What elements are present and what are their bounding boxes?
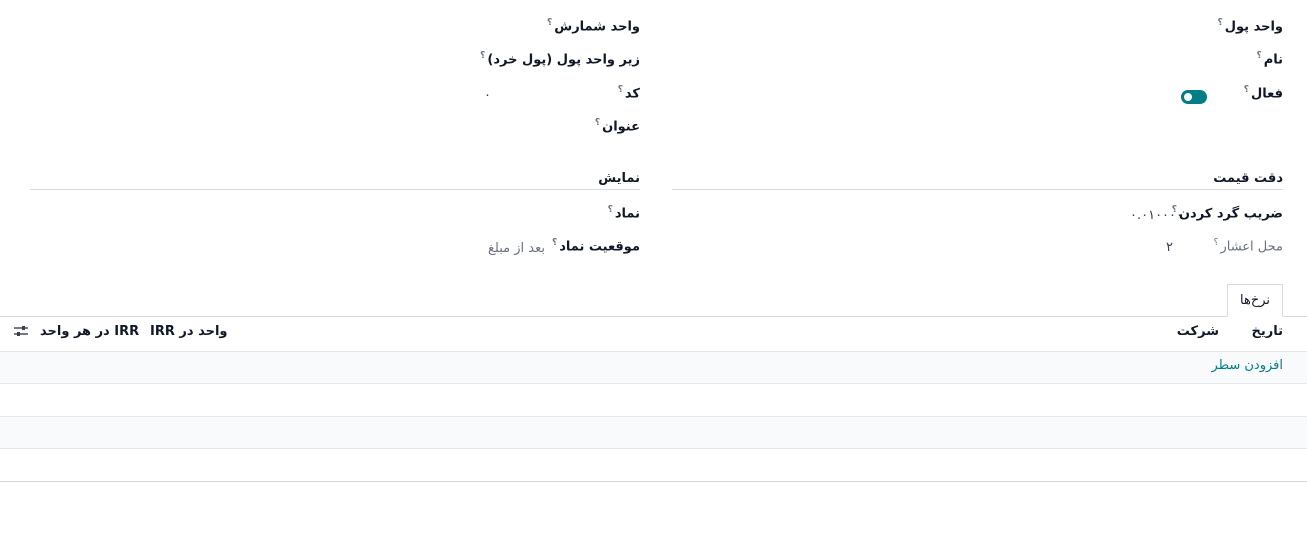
help-icon[interactable]: ؟: [1244, 85, 1249, 95]
help-icon[interactable]: ؟: [618, 85, 623, 95]
help-icon[interactable]: ؟: [595, 118, 600, 128]
toggle-knob: [1184, 93, 1192, 101]
help-icon[interactable]: ؟: [1218, 18, 1223, 28]
rounding-label: ضریب گرد کردن؟: [1171, 205, 1283, 222]
help-icon[interactable]: ؟: [547, 18, 552, 28]
active-label: فعال؟: [1243, 85, 1283, 102]
section-display: نمایش: [598, 171, 640, 186]
help-icon[interactable]: ؟: [1214, 238, 1219, 248]
column-company[interactable]: شرکت: [1177, 324, 1219, 339]
add-line-button[interactable]: افزودن سطر: [1212, 358, 1283, 373]
tabs-divider: [0, 316, 1307, 317]
decimal-places-label: محل اعشار؟: [1213, 238, 1283, 255]
column-unit-per-irr[interactable]: واحد در IRR: [150, 324, 227, 339]
table-row: [0, 352, 1307, 383]
symbol-label: نماد؟: [607, 205, 640, 222]
symbol-position-value[interactable]: بعد از مبلغ: [488, 241, 545, 256]
row-divider: [0, 383, 1307, 384]
optional-columns-icon[interactable]: [14, 325, 28, 337]
help-icon[interactable]: ؟: [1256, 51, 1261, 61]
tab-rates[interactable]: نرخ‌ها: [1227, 284, 1283, 317]
table-bottom-border: [0, 481, 1307, 482]
code-label: کد؟: [617, 85, 640, 102]
symbol-position-label: موقعیت نماد؟: [551, 238, 640, 255]
name-label: نام؟: [1256, 51, 1283, 68]
section-divider: [30, 189, 640, 190]
help-icon[interactable]: ؟: [480, 51, 485, 61]
column-irr-per-unit[interactable]: IRR در هر واحد: [40, 324, 139, 339]
column-date[interactable]: تاریخ: [1252, 324, 1284, 339]
active-toggle[interactable]: [1181, 90, 1207, 104]
help-icon[interactable]: ؟: [608, 205, 613, 215]
section-divider: [672, 189, 1283, 190]
unit-label: واحد شمارش؟: [547, 18, 640, 35]
section-price-precision: دقت قیمت: [1213, 171, 1283, 186]
table-row: [0, 417, 1307, 448]
title-label: عنوان؟: [594, 118, 640, 135]
code-value[interactable]: ۰: [484, 88, 491, 103]
help-icon[interactable]: ؟: [552, 238, 557, 248]
decimal-places-value: ۲: [1166, 240, 1173, 255]
row-divider: [0, 448, 1307, 449]
subunit-label: زیر واحد پول (پول خرد)؟: [480, 51, 640, 68]
currency-label: واحد پول؟: [1217, 18, 1284, 35]
rounding-value[interactable]: ۰.۰۱۰۰۰۰: [1130, 208, 1183, 223]
